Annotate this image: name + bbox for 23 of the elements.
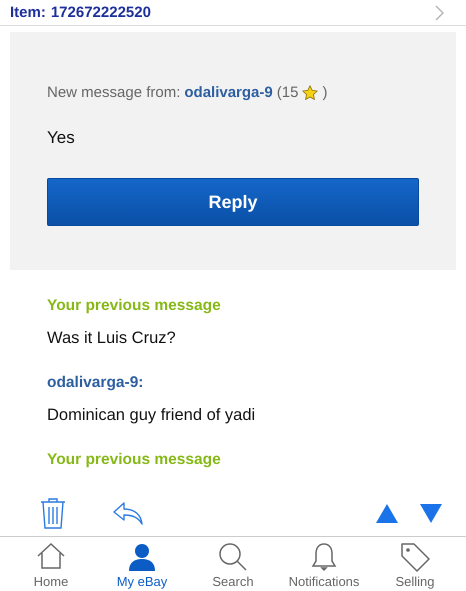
previous-message-heading: Your previous message (47, 297, 222, 315)
up-arrow-icon[interactable] (376, 504, 398, 522)
message-text: Was it Luis Cruz? (47, 329, 177, 348)
tab[interactable]: Search (190, 541, 276, 591)
item-number[interactable]: 172672222520 (50, 4, 151, 21)
sender-link[interactable]: odalivarga-9 (184, 84, 273, 101)
down-arrow-icon[interactable] (420, 504, 442, 522)
tab[interactable]: Home (8, 541, 94, 591)
sender-intro: New message from: (47, 84, 180, 101)
feedback-close: ) (322, 84, 328, 101)
tab[interactable]: My eBay (99, 541, 185, 591)
tab[interactable]: Notifications (281, 541, 367, 591)
message-body: Yes (47, 128, 76, 148)
item-label: Item: (10, 4, 46, 21)
feedback-score: (15 (276, 84, 298, 101)
reply-icon[interactable] (112, 501, 144, 525)
sender-heading: odalivarga-9: (47, 374, 144, 392)
tab[interactable]: Selling (372, 541, 458, 591)
message-text: Dominican guy friend of yadi (47, 406, 256, 425)
previous-message-heading: Your previous message (47, 451, 222, 469)
reply-button[interactable]: Reply (47, 178, 419, 226)
trash-icon[interactable] (40, 497, 66, 529)
star-icon (302, 85, 318, 100)
